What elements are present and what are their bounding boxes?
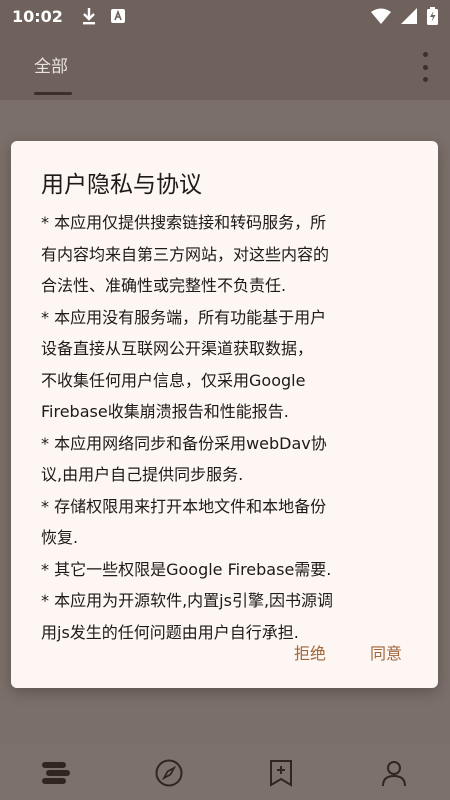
dialog-title: 用户隐私与协议 [41, 172, 202, 198]
battery-icon [427, 7, 438, 25]
privacy-dialog: 用户隐私与协议 * 本应用仅提供搜索链接和转码服务，所 有内容均来自第三方网站，… [11, 141, 438, 688]
tab-indicator [34, 92, 72, 95]
status-icons-left [81, 7, 125, 25]
download-icon [82, 8, 95, 25]
signal-icon [401, 8, 417, 24]
dialog-body: * 本应用仅提供搜索链接和转码服务，所 有内容均来自第三方网站，对这些内容的 合… [41, 207, 409, 648]
status-bar: 10:02 [0, 0, 450, 32]
status-time: 10:02 [12, 6, 63, 26]
dialog-line: 不收集任何用户信息，仅采用Google [41, 370, 306, 390]
nav-bookmark[interactable] [251, 745, 311, 800]
app-bar: 全部 [0, 32, 450, 100]
dialog-line: 议,由用户自己提供同步服务. [41, 465, 244, 484]
dialog-line: * 其它一些权限是Google Firebase需要. [41, 559, 332, 579]
dialog-line: 恢复. [41, 528, 79, 547]
profile-icon [381, 760, 406, 786]
more-vert-icon[interactable] [420, 52, 430, 82]
dialog-line: Firebase收集崩溃报告和性能报告. [41, 402, 289, 421]
wifi-icon [371, 8, 391, 24]
dialog-line: 合法性、准确性或完整性不负责任. [41, 276, 287, 295]
dialog-actions: 拒绝 同意 [294, 636, 402, 668]
dialog-line: * 本应用仅提供搜索链接和转码服务，所 [41, 213, 327, 232]
agree-button[interactable]: 同意 [370, 636, 402, 668]
bookshelf-icon [42, 761, 71, 784]
a-badge-icon [110, 9, 125, 23]
dialog-line: 设备直接从互联网公开渠道获取数据， [41, 339, 314, 358]
dialog-line: * 本应用为开源软件,内置js引擎,因书源调 [41, 591, 334, 610]
tab-all[interactable]: 全部 [34, 52, 68, 77]
dialog-line: * 本应用网络同步和备份采用webDav协 [41, 433, 327, 453]
nav-bookshelf[interactable] [26, 745, 86, 800]
nav-profile[interactable] [364, 745, 424, 800]
status-icons-right [371, 7, 438, 25]
bottom-nav [0, 745, 450, 800]
dialog-line: * 本应用没有服务端，所有功能基于用户 [41, 307, 327, 327]
reject-button[interactable]: 拒绝 [294, 636, 326, 668]
nav-explore[interactable] [139, 745, 199, 800]
dialog-line: * 存储权限用来打开本地文件和本地备份 [41, 496, 327, 516]
explore-icon [155, 759, 183, 786]
bookmark-add-icon [270, 759, 293, 787]
dialog-line: 有内容均来自第三方网站，对这些内容的 [41, 244, 330, 264]
